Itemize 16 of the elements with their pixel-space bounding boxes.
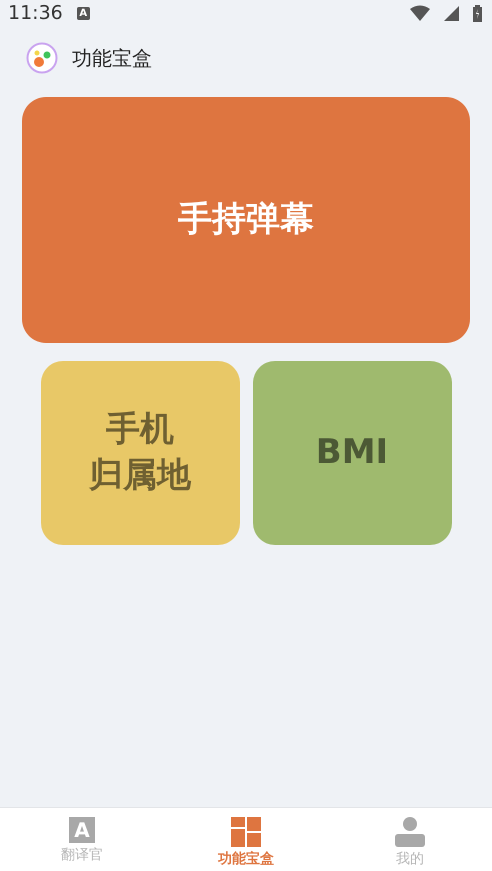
- nav-tab[interactable]: 功能宝盒: [164, 808, 328, 871]
- feature-card[interactable]: 手持弹幕: [22, 97, 470, 343]
- nav-tab[interactable]: A 翻译官: [0, 808, 164, 871]
- translate-icon: A: [69, 817, 95, 843]
- feature-card[interactable]: BMI: [252, 361, 452, 545]
- grid-icon: [231, 817, 261, 847]
- wifi-icon: [410, 5, 430, 21]
- feature-card[interactable]: 手机 归属地: [40, 361, 240, 545]
- nav-tab[interactable]: 我的: [328, 808, 492, 871]
- battery-icon: [473, 4, 482, 22]
- signal-icon: [444, 6, 459, 20]
- status-time: 11:36: [8, 2, 63, 24]
- page-title: 功能宝盒: [72, 44, 152, 72]
- app-logo-icon: [26, 42, 58, 74]
- notification-icon: A: [76, 6, 90, 20]
- person-icon: [395, 817, 425, 847]
